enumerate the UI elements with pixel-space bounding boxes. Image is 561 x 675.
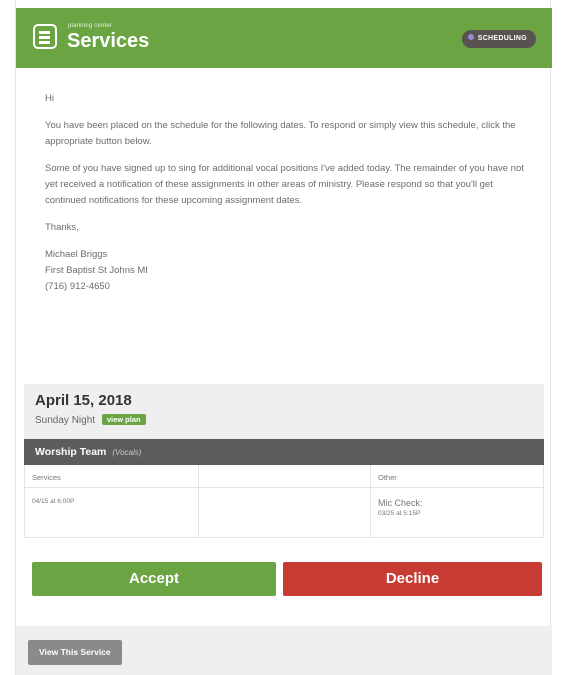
logo-subtitle: planning center: [68, 23, 113, 29]
team-bar: Worship Team (Vocals): [24, 439, 544, 465]
signature-phone: (716) 912-4650: [45, 281, 110, 292]
table-divider: [25, 487, 543, 488]
email-frame: planning center Services SCHEDULING Hi Y…: [15, 0, 552, 675]
accept-button[interactable]: Accept: [32, 562, 276, 596]
decline-button[interactable]: Decline: [283, 562, 542, 596]
services-logo-icon: [33, 24, 57, 49]
table-divider: [198, 465, 199, 537]
schedule-table: Services Other 04/15 at 6:00P Mic Check:…: [24, 465, 544, 538]
service-time: 04/15 at 6:00P: [32, 498, 75, 505]
message-paragraph-2: Some of you have signed up to sing for a…: [45, 163, 524, 206]
scheduling-badge: SCHEDULING: [461, 30, 536, 48]
team-position: (Vocals): [112, 448, 142, 457]
signature-name: Michael Briggs: [45, 249, 108, 260]
message-paragraph-1: You have been placed on the schedule for…: [45, 120, 516, 147]
team-name-label: Worship Team: [35, 446, 107, 458]
view-this-service-button[interactable]: View This Service: [28, 640, 122, 665]
col-header-services: Services: [32, 473, 61, 482]
footer-bar: View This Service: [16, 626, 552, 675]
thanks-line: Thanks,: [45, 222, 79, 233]
signature-church: First Baptist St Johns MI: [45, 265, 148, 276]
table-divider: [370, 465, 371, 537]
team-name: Worship Team (Vocals): [35, 446, 141, 458]
plan-header: April 15, 2018 Sunday Night view plan: [24, 384, 544, 439]
logo-title: Services: [67, 30, 150, 52]
service-type: Sunday Night: [35, 415, 96, 427]
col-header-other: Other: [378, 473, 397, 482]
view-plan-link[interactable]: view plan: [101, 414, 146, 425]
badge-label: SCHEDULING: [477, 35, 527, 42]
greeting: Hi: [45, 93, 54, 104]
plan-service-line: Sunday Night view plan: [35, 414, 146, 427]
other-title: Mic Check:: [378, 498, 423, 508]
message-body: Hi You have been placed on the schedule …: [45, 91, 531, 306]
signature: Michael Briggs First Baptist St Johns MI…: [45, 247, 531, 295]
header-bar: planning center Services SCHEDULING: [16, 8, 552, 68]
other-time: 03/25 at 5:15P: [378, 510, 421, 517]
plan-date: April 15, 2018: [35, 392, 132, 409]
badge-dot-icon: [467, 34, 474, 41]
